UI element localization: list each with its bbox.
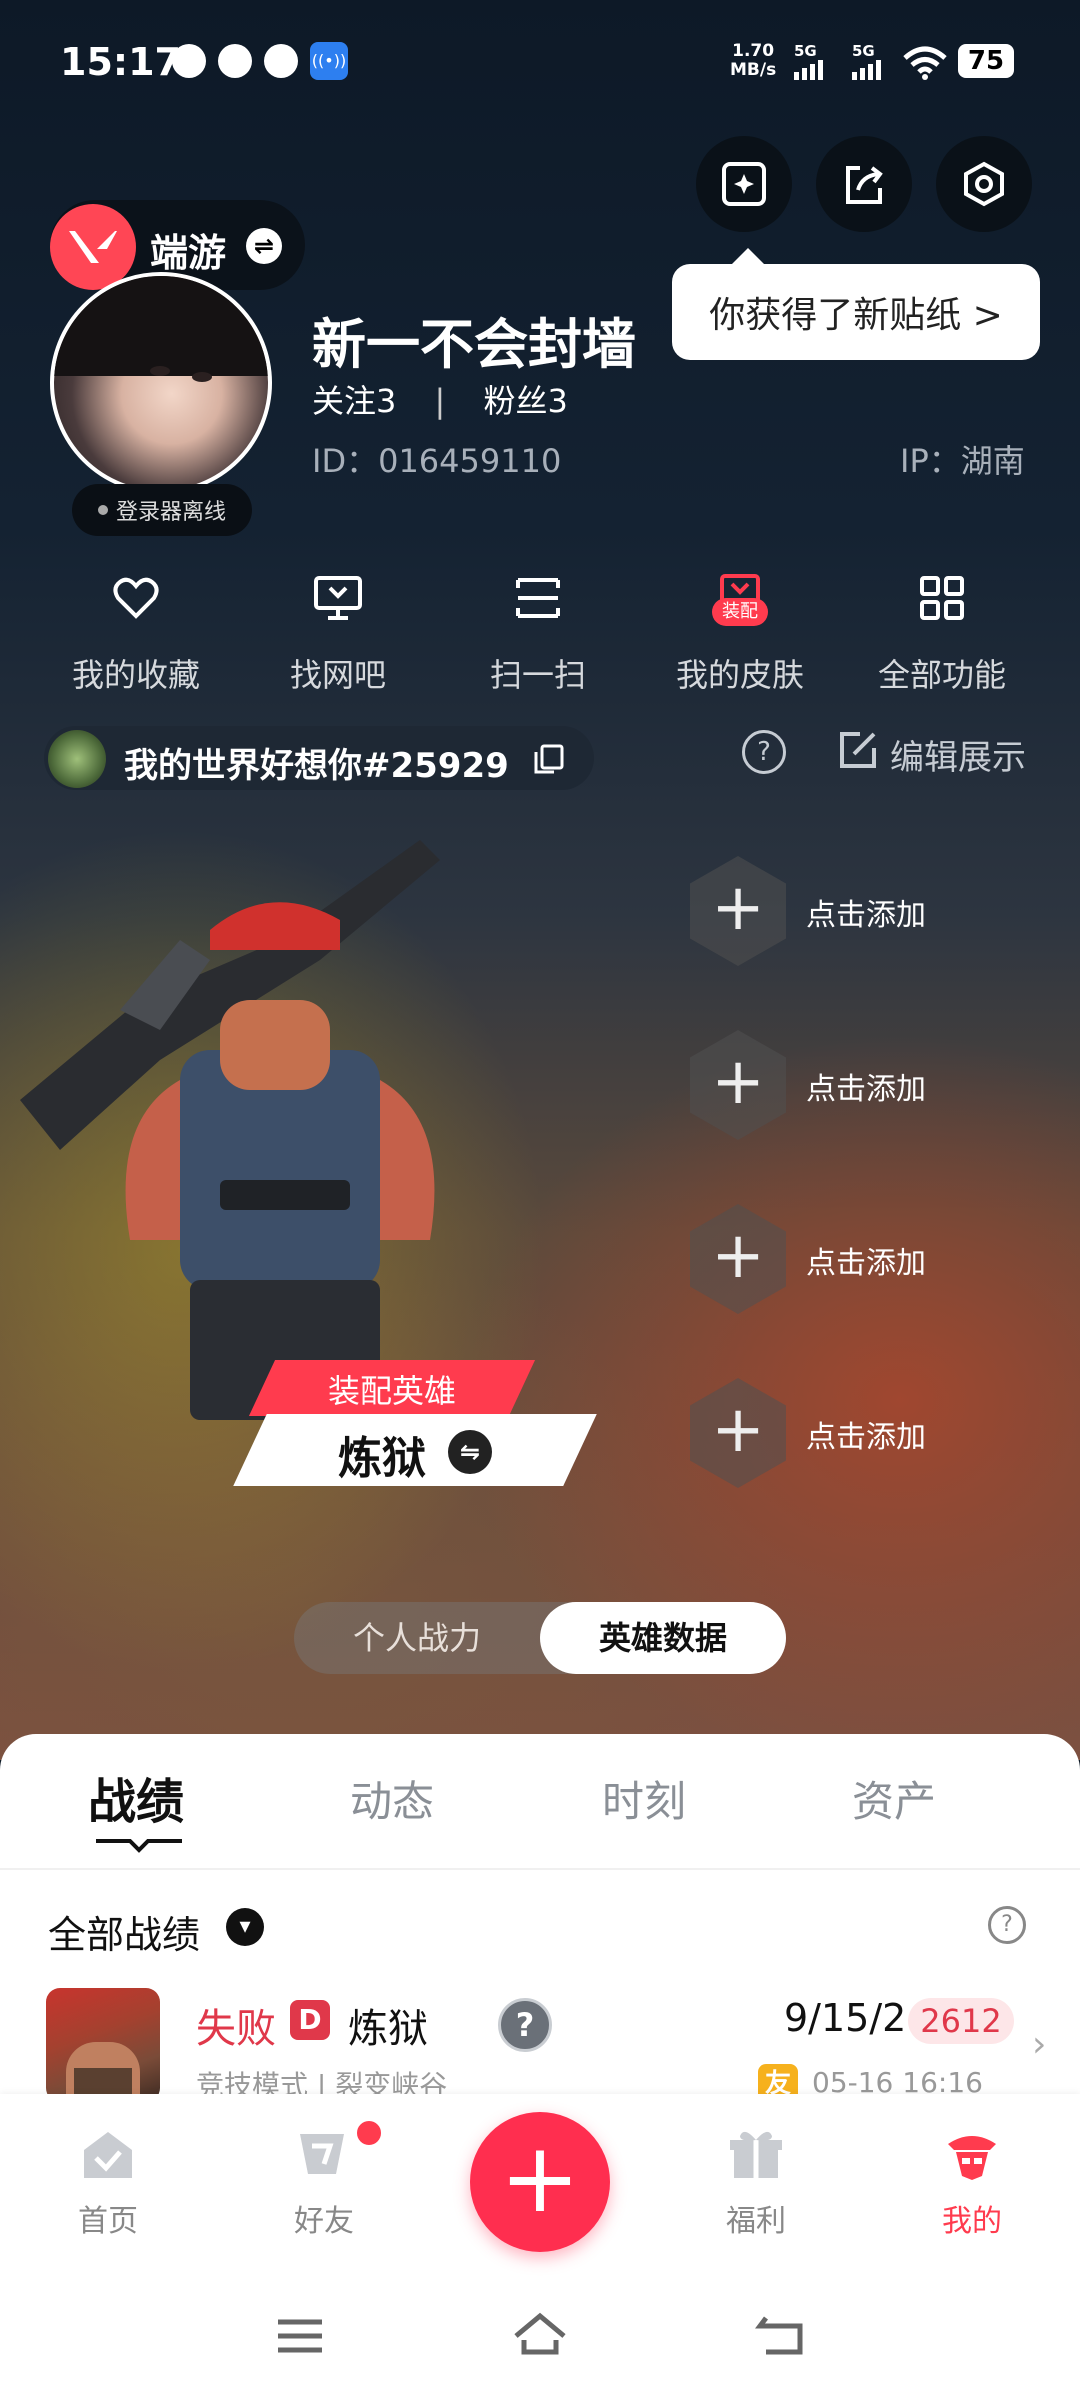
game-name: 端游 — [150, 231, 227, 275]
avatar-eye — [192, 372, 212, 382]
monitor-icon — [314, 576, 362, 620]
plus-icon: + — [711, 1219, 765, 1293]
create-post-button[interactable]: + — [470, 2112, 610, 2252]
sticker-icon — [722, 162, 766, 206]
home-icon — [84, 2132, 132, 2178]
add-slot[interactable]: + 点击添加 — [690, 1030, 990, 1140]
edit-icon[interactable] — [836, 728, 880, 772]
notification-icon — [218, 44, 252, 78]
notification-dot — [354, 2118, 384, 2148]
all-functions-button[interactable]: 全部功能 — [842, 570, 1042, 696]
gear-icon — [964, 161, 1004, 207]
tab-activity[interactable]: 动态 — [350, 1768, 434, 1829]
tab-moments[interactable]: 时刻 — [602, 1768, 686, 1829]
game-account-name: 我的世界好想你#25929 — [124, 746, 509, 786]
my-skins-button[interactable]: 我的皮肤 — [640, 570, 840, 696]
unknown-rank-icon: ? — [498, 1998, 552, 2052]
signal-icon — [794, 58, 823, 80]
scan-icon — [516, 578, 560, 618]
back-icon[interactable] — [752, 2306, 812, 2366]
favorites-button[interactable]: 我的收藏 — [36, 570, 236, 696]
account-avatar — [48, 730, 106, 788]
add-slot[interactable]: + 点击添加 — [690, 1204, 990, 1314]
match-hero: 炼狱 — [348, 2006, 428, 2052]
gift-icon — [730, 2131, 782, 2178]
user-ip: IP：湖南 — [900, 442, 1025, 480]
plus-icon: + — [711, 871, 765, 945]
copy-icon[interactable] — [532, 742, 566, 776]
user-id: ID：016459110 — [312, 442, 562, 480]
rank-badge: D — [290, 2000, 330, 2040]
avatar[interactable] — [50, 272, 272, 494]
network-speed: 1.70 MB/s — [730, 41, 777, 80]
match-score-badge: 2612 — [908, 1998, 1014, 2044]
records-filter[interactable]: 全部战绩 — [48, 1904, 200, 1959]
chevron-right-icon[interactable]: › — [1032, 2024, 1046, 2065]
hotspot-icon: ((•)) — [310, 42, 348, 80]
wifi-icon — [903, 46, 947, 80]
scan-button[interactable]: 扫一扫 — [438, 570, 638, 696]
notification-icon — [172, 44, 206, 78]
tab-records[interactable]: 战绩 — [88, 1762, 184, 1832]
match-result: 失败 — [196, 2006, 276, 2052]
nav-me[interactable]: 我的 — [912, 2124, 1032, 2240]
hero-name: 炼狱 — [338, 1433, 426, 1484]
tab-underline — [96, 1839, 182, 1853]
home-nav-icon[interactable] — [510, 2306, 570, 2366]
notification-icon — [264, 44, 298, 78]
nav-home[interactable]: 首页 — [48, 2124, 168, 2240]
switch-icon: ⇌ — [246, 228, 282, 264]
status-time: 15:17 — [60, 40, 181, 84]
edit-display-button[interactable]: 编辑展示 — [890, 730, 1026, 779]
settings-button[interactable] — [936, 136, 1032, 232]
segment-hero-data[interactable]: 英雄数据 — [540, 1602, 786, 1674]
add-slot[interactable]: + 点击添加 — [690, 856, 990, 966]
battery-indicator: 75 — [958, 44, 1014, 78]
find-netcafe-button[interactable]: 找网吧 — [238, 570, 438, 696]
username: 新一不会封墙 — [312, 313, 636, 376]
plus-icon: + — [711, 1045, 765, 1119]
divider — [0, 1868, 1080, 1870]
menu-icon[interactable] — [270, 2306, 330, 2366]
heart-icon — [113, 577, 159, 619]
grid-icon — [920, 576, 964, 620]
me-icon — [948, 2136, 996, 2180]
nav-welfare[interactable]: 福利 — [696, 2124, 816, 2240]
share-button[interactable] — [816, 136, 912, 232]
friends-icon — [300, 2134, 344, 2174]
sticker-button[interactable] — [696, 136, 792, 232]
add-slot[interactable]: + 点击添加 — [690, 1378, 990, 1488]
follow-stats[interactable]: 关注3 | 粉丝3 — [312, 376, 568, 422]
hero-switch-icon[interactable]: ⇋ — [448, 1430, 492, 1474]
tab-assets[interactable]: 资产 — [852, 1768, 936, 1829]
help-icon[interactable]: ? — [742, 730, 786, 774]
launcher-status-badge: 登录器离线 — [72, 484, 252, 536]
record-hero-thumbnail — [46, 1988, 160, 2102]
help-icon[interactable]: ? — [988, 1906, 1026, 1944]
new-sticker-tooltip[interactable]: 你获得了新贴纸 > — [672, 248, 1040, 360]
avatar-eye — [150, 366, 170, 376]
equip-badge: 装配 — [712, 598, 768, 626]
match-kda: 9/15/2 — [784, 1996, 907, 2040]
plus-icon: + — [711, 1393, 765, 1467]
share-icon — [846, 166, 883, 204]
equipped-hero-label: 装配英雄 — [327, 1372, 456, 1410]
chevron-down-icon[interactable]: ▾ — [226, 1908, 264, 1946]
avatar-hair — [54, 276, 268, 376]
segment-personal-power[interactable]: 个人战力 — [294, 1602, 540, 1674]
hero-illustration — [20, 840, 440, 1420]
signal-icon — [852, 58, 881, 80]
